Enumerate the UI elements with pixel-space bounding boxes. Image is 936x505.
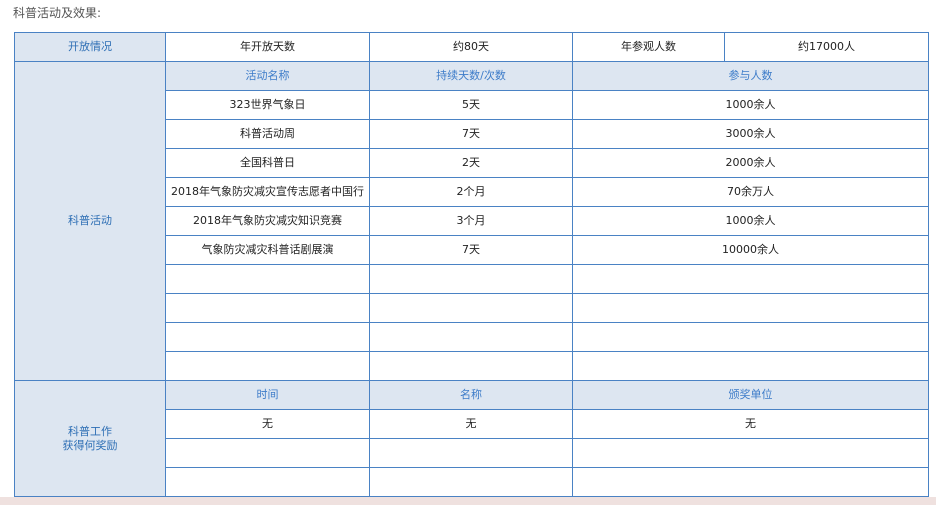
award-time: 无 — [165, 409, 370, 439]
activity-name: 科普活动周 — [165, 119, 370, 149]
activities-header-row: 科普活动 活动名称 持续天数/次数 参与人数 — [14, 61, 929, 381]
award-time — [165, 438, 370, 468]
activity-name — [165, 264, 370, 294]
activity-participants: 1000余人 — [572, 206, 929, 236]
award-time — [165, 467, 370, 497]
visitors-value: 约17000人 — [724, 32, 929, 62]
activity-duration — [369, 351, 573, 381]
activity-duration — [369, 264, 573, 294]
open-info-label: 开放情况 — [14, 32, 166, 62]
section-heading: 科普活动及效果: — [13, 6, 102, 20]
activity-duration — [369, 293, 573, 323]
activity-name-header: 活动名称 — [165, 61, 370, 91]
activity-participants — [572, 351, 929, 381]
activity-duration — [369, 322, 573, 352]
awards-label-line1: 科普工作 — [68, 424, 112, 438]
activity-name — [165, 322, 370, 352]
award-name-header: 名称 — [369, 380, 573, 410]
open-days-value: 约80天 — [369, 32, 573, 62]
award-time-header: 时间 — [165, 380, 370, 410]
award-name — [369, 467, 573, 497]
open-info-row: 开放情况 年开放天数 约80天 年参观人数 约17000人 — [14, 32, 929, 62]
activity-duration: 7天 — [369, 119, 573, 149]
bottom-divider — [0, 497, 936, 505]
activity-name: 气象防灾减灾科普话剧展演 — [165, 235, 370, 265]
activity-duration: 5天 — [369, 90, 573, 120]
activity-name: 2018年气象防灾减灾宣传志愿者中国行 — [165, 177, 370, 207]
visitors-label: 年参观人数 — [572, 32, 725, 62]
awards-label: 科普工作 获得何奖励 — [14, 380, 166, 497]
activity-participants: 2000余人 — [572, 148, 929, 178]
activity-name — [165, 351, 370, 381]
activity-name — [165, 293, 370, 323]
activity-duration: 2个月 — [369, 177, 573, 207]
activity-participants — [572, 264, 929, 294]
activity-participants-header: 参与人数 — [572, 61, 929, 91]
activity-duration-header: 持续天数/次数 — [369, 61, 573, 91]
award-issuer: 无 — [572, 409, 929, 439]
award-issuer — [572, 467, 929, 497]
activity-duration: 3个月 — [369, 206, 573, 236]
activity-duration: 7天 — [369, 235, 573, 265]
award-issuer — [572, 438, 929, 468]
activity-participants: 10000余人 — [572, 235, 929, 265]
popularization-table: 开放情况 年开放天数 约80天 年参观人数 约17000人 科普活动 活动名称 … — [14, 32, 929, 497]
activities-label: 科普活动 — [14, 61, 166, 381]
activity-participants: 3000余人 — [572, 119, 929, 149]
activity-participants — [572, 293, 929, 323]
award-name: 无 — [369, 409, 573, 439]
activity-name: 全国科普日 — [165, 148, 370, 178]
open-days-label: 年开放天数 — [165, 32, 370, 62]
award-name — [369, 438, 573, 468]
activity-participants: 70余万人 — [572, 177, 929, 207]
activity-name: 323世界气象日 — [165, 90, 370, 120]
awards-label-line2: 获得何奖励 — [62, 438, 118, 452]
awards-header-row: 科普工作 获得何奖励 时间 名称 颁奖单位 — [14, 380, 929, 497]
activity-name: 2018年气象防灾减灾知识竞赛 — [165, 206, 370, 236]
award-issuer-header: 颁奖单位 — [572, 380, 929, 410]
activity-duration: 2天 — [369, 148, 573, 178]
activity-participants — [572, 322, 929, 352]
activity-participants: 1000余人 — [572, 90, 929, 120]
